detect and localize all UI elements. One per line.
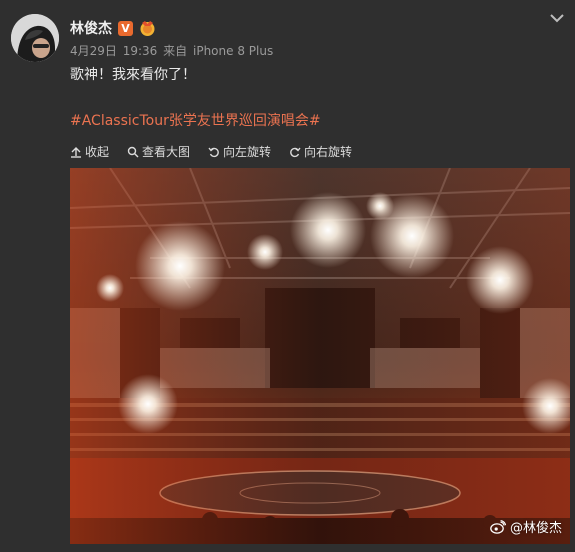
medal-icon [139, 20, 156, 37]
post-date[interactable]: 4月29日 [70, 44, 117, 58]
source-device[interactable]: iPhone 8 Plus [193, 44, 273, 58]
author-row: 林俊杰 V [70, 18, 156, 38]
rotate-left-label: 向左旋转 [223, 145, 272, 159]
image-toolbar: 收起 查看大图 向左旋转 向右旋转 [70, 143, 352, 160]
photo-watermark: @林俊杰 [490, 517, 562, 536]
post-meta: 4月29日 19:36 来自 iPhone 8 Plus [70, 42, 275, 59]
view-large-label: 查看大图 [142, 145, 191, 159]
avatar[interactable] [11, 14, 59, 62]
collapse-button[interactable]: 收起 [70, 143, 109, 160]
weibo-logo-icon [490, 519, 506, 534]
post-text: 歌神！我來看你了！ [70, 67, 196, 83]
post-time[interactable]: 19:36 [123, 44, 158, 58]
chevron-down-icon[interactable] [547, 8, 567, 28]
collapse-icon [71, 146, 81, 158]
rotate-left-button[interactable]: 向左旋转 [208, 143, 271, 160]
watermark-text: @林俊杰 [509, 521, 562, 536]
rotate-right-button[interactable]: 向右旋转 [289, 143, 352, 160]
view-large-button[interactable]: 查看大图 [127, 143, 190, 160]
collapse-label: 收起 [85, 145, 110, 159]
search-icon [127, 146, 139, 157]
source-prefix: 来自 [163, 44, 188, 58]
concert-stage-image [70, 168, 570, 544]
author-name[interactable]: 林俊杰 [70, 18, 112, 38]
verified-badge-icon: V [118, 20, 133, 36]
rotate-right-icon [290, 147, 301, 157]
rotate-right-label: 向右旋转 [304, 145, 353, 159]
rotate-left-icon [208, 147, 219, 157]
post-photo[interactable]: @林俊杰 [70, 168, 570, 544]
hashtag-link[interactable]: #AClassicTour张学友世界巡回演唱会# [70, 110, 321, 130]
